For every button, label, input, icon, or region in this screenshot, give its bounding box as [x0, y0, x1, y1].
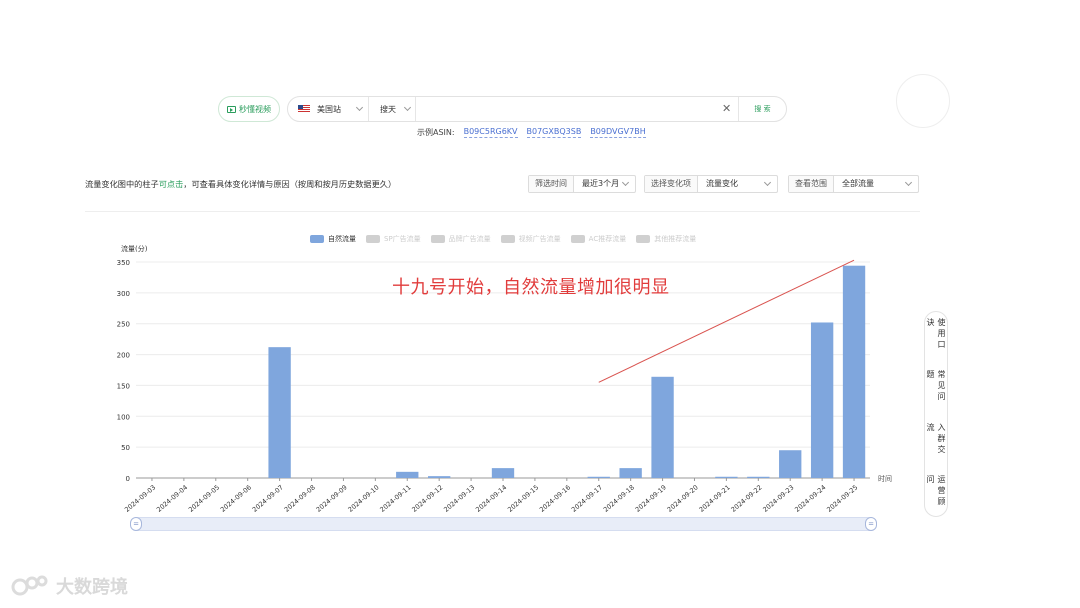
x-tick-label: 2024-09-18 — [602, 483, 636, 513]
y-axis-label: 流量(分) — [121, 244, 148, 253]
y-tick-label: 200 — [117, 352, 130, 360]
watermark-logo-icon — [11, 575, 48, 596]
x-tick-label: 2024-09-12 — [410, 483, 444, 513]
y-tick-label: 100 — [117, 413, 130, 421]
bar — [491, 468, 515, 478]
x-tick-label: 2024-09-16 — [538, 483, 572, 513]
x-tick-label: 2024-09-13 — [442, 483, 476, 513]
chart-annotation: 十九号开始，自然流量增加很明显 — [392, 277, 670, 298]
y-tick-label: 0 — [126, 475, 130, 483]
x-tick-label: 2024-09-24 — [793, 483, 827, 513]
x-tick-label: 2024-09-05 — [187, 483, 221, 513]
zoom-handle-left[interactable]: = — [130, 517, 142, 531]
bar — [779, 450, 802, 478]
x-axis-label: 时间 — [878, 474, 892, 483]
x-tick-label: 2024-09-17 — [570, 483, 604, 513]
x-tick-label: 2024-09-11 — [378, 483, 412, 513]
bar — [396, 471, 419, 478]
x-tick-label: 2024-09-06 — [219, 483, 253, 513]
bar — [619, 468, 642, 478]
y-tick-label: 250 — [117, 321, 130, 329]
bar — [842, 265, 866, 478]
bar — [651, 376, 674, 478]
bar — [428, 476, 451, 478]
y-tick-label: 350 — [117, 259, 130, 267]
side-panel-link[interactable]: 入群交流 — [925, 423, 947, 464]
zoom-slider[interactable] — [136, 517, 871, 531]
side-panel-link[interactable]: 使用口诀 — [925, 318, 947, 359]
x-tick-label: 2024-09-09 — [315, 483, 349, 513]
x-tick-label: 2024-09-15 — [506, 483, 540, 513]
x-tick-label: 2024-09-21 — [698, 483, 732, 513]
bar — [587, 476, 610, 478]
bar — [747, 476, 770, 478]
x-tick-label: 2024-09-08 — [283, 483, 317, 513]
x-tick-label: 2024-09-22 — [730, 483, 764, 513]
x-tick-label: 2024-09-19 — [634, 483, 668, 513]
x-tick-label: 2024-09-04 — [155, 483, 189, 513]
x-tick-label: 2024-09-07 — [251, 483, 285, 513]
side-panel-link[interactable]: 常见问题 — [925, 370, 947, 411]
watermark: 大数跨境 — [10, 573, 128, 599]
x-tick-label: 2024-09-10 — [347, 483, 381, 513]
y-tick-label: 150 — [117, 382, 130, 390]
x-tick-label: 2024-09-03 — [123, 483, 157, 513]
x-tick-label: 2024-09-23 — [761, 483, 795, 513]
x-tick-label: 2024-09-20 — [666, 483, 700, 513]
x-tick-label: 2024-09-14 — [474, 483, 508, 513]
side-panel-link[interactable]: 运营顾问 — [925, 475, 947, 516]
side-panel: 使用口诀常见问题入群交流运营顾问 — [924, 311, 948, 517]
watermark-text: 大数跨境 — [56, 577, 128, 598]
zoom-handle-right[interactable]: = — [865, 517, 877, 531]
bar — [715, 476, 738, 478]
bar — [810, 322, 834, 478]
y-tick-label: 50 — [121, 444, 130, 452]
x-tick-label: 2024-09-25 — [825, 483, 859, 513]
y-tick-label: 300 — [117, 290, 130, 298]
bar — [268, 347, 291, 478]
